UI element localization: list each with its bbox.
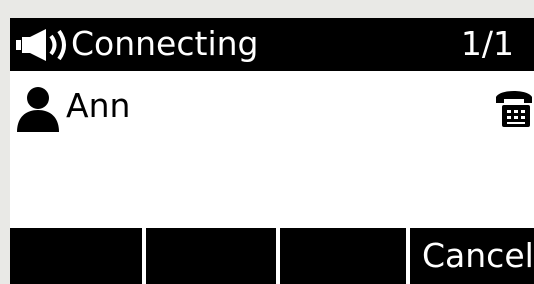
cancel-button[interactable]: Cancel [410,228,534,284]
speaker-volume-icon [16,29,66,61]
person-icon [17,87,59,132]
phone-display: Connecting 1/1 Ann Cancel [10,18,534,284]
contact-name: Ann [66,86,131,125]
phone-screen: Connecting 1/1 Ann Cancel [0,0,534,284]
call-count: 1/1 [460,24,514,63]
telephone-icon [496,91,532,127]
softkey-1[interactable] [10,228,142,284]
call-status-text: Connecting [71,24,259,63]
call-status-bar: Connecting 1/1 [10,18,534,71]
softkey-2[interactable] [146,228,276,284]
softkey-3[interactable] [280,228,406,284]
contact-row: Ann [10,71,534,141]
softkey-bar: Cancel [10,228,534,284]
